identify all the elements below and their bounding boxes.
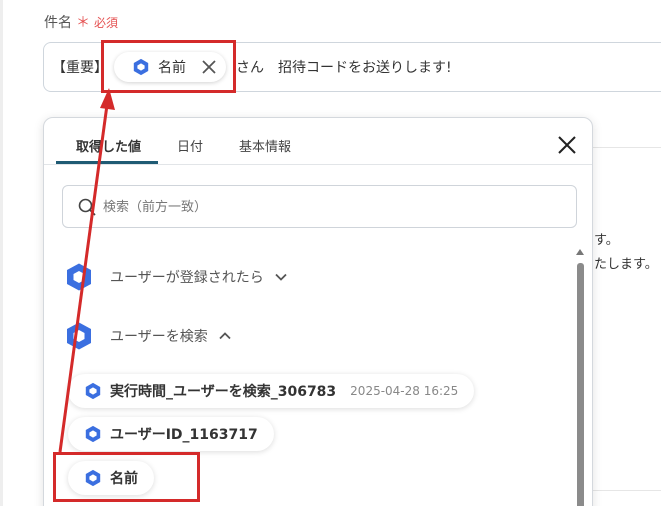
variable-chip-name[interactable]: 名前 (114, 52, 226, 82)
group-header-user-search[interactable]: ユーザーを検索 (64, 321, 232, 351)
item-label: 実行時間_ユーザーを検索_306783 (110, 384, 337, 400)
left-edge (0, 0, 3, 506)
value-item-name[interactable]: 名前 (68, 461, 154, 495)
background-divider-bottom (593, 490, 661, 491)
chip-label: 名前 (158, 60, 186, 76)
tabs-divider (44, 164, 592, 165)
required-mark: ＊ (76, 15, 90, 31)
hexagon-icon (85, 469, 101, 487)
chip-close-icon[interactable] (200, 58, 218, 76)
value-item-exec-time[interactable]: 実行時間_ユーザーを検索_306783 2025-04-28 16:25 (68, 374, 475, 408)
background-divider (593, 147, 661, 148)
background-text-2: たします。 (594, 257, 658, 272)
tab-acquired-values[interactable]: 取得した値 (76, 136, 141, 155)
tab-date[interactable]: 日付 (177, 136, 203, 155)
hexagon-icon (133, 58, 149, 76)
tab-basic-info[interactable]: 基本情報 (239, 136, 291, 155)
field-label-text: 件名 (44, 15, 72, 31)
scroll-up-arrow-icon[interactable] (576, 249, 584, 255)
item-timestamp: 2025-04-28 16:25 (350, 384, 459, 398)
background-text-1: す。 (594, 233, 619, 248)
search-icon (78, 198, 96, 216)
close-icon[interactable] (556, 134, 578, 156)
search-box (62, 185, 577, 228)
subject-prefix-text: 【重要】 (52, 60, 108, 76)
chevron-down-icon (275, 273, 287, 281)
group-header-user-registered[interactable]: ユーザーが登録されたら (64, 262, 288, 292)
required-text: 必須 (94, 15, 119, 30)
group-label: ユーザーを検索 (110, 329, 208, 345)
hexagon-icon (67, 263, 91, 291)
scrollbar-thumb[interactable] (577, 263, 584, 506)
hexagon-icon (67, 322, 91, 350)
group-label: ユーザーが登録されたら (110, 270, 264, 286)
search-input[interactable] (103, 195, 563, 219)
item-label: ユーザーID_1163717 (110, 427, 258, 443)
hexagon-icon (85, 425, 101, 443)
chevron-up-icon (219, 332, 231, 340)
subject-field-label: 件名 ＊ 必須 (44, 12, 118, 32)
subject-suffix-text: さん 招待コードをお送りします! (236, 60, 452, 76)
value-picker-panel: 取得した値 日付 基本情報 ユーザーが登録されたら ユーザーを検索 (43, 117, 593, 506)
hexagon-icon (85, 382, 101, 400)
value-item-user-id[interactable]: ユーザーID_1163717 (68, 417, 274, 451)
item-label: 名前 (110, 471, 138, 487)
